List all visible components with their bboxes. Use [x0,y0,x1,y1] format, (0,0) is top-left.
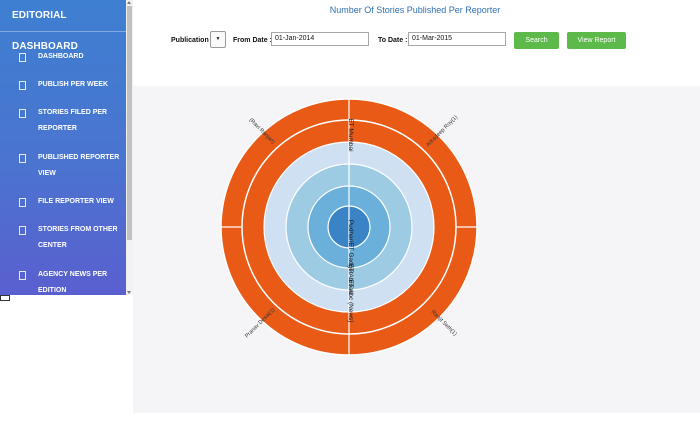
footer-strip [0,413,700,435]
sidebar-item-label: AGENCY NEWS PER [38,271,108,278]
publication-label: Publication [171,37,209,44]
chevron-down-icon: ▼ [215,36,221,42]
sidebar-item-stories-filed-per-reporter[interactable]: STORIES FILED PER REPORTER [0,105,126,137]
scrollbar-thumb[interactable] [127,6,132,240]
checkbox-icon [19,154,26,163]
page-title: Number Of Stories Published Per Reporter [329,5,501,15]
collapsed-panel-toggle[interactable] [0,295,10,301]
from-date-input[interactable]: 01-Jan-2014 [271,32,369,46]
sidebar: EDITORIAL DASHBOARD DASHBOARD PUBLISH PE… [0,0,126,295]
sidebar-item-label: VIEW [38,170,56,177]
checkbox-icon [19,198,26,207]
inner-level-label: Pudhari [347,220,354,242]
sidebar-item-dashboard[interactable]: DASHBOARD [0,49,126,65]
to-date-label: To Date : [378,37,408,44]
inner-level-label: ET Abc (News) [347,279,354,322]
checkbox-icon [19,109,26,118]
chart-area: Pudhari ET Gadget ET Abroad ET Abc (News) ET… [133,86,700,413]
search-button[interactable]: Search [514,32,559,49]
sidebar-item-label: DASHBOARD [38,53,84,60]
checkbox-icon [19,271,26,280]
publication-select[interactable]: ▼ [210,31,226,48]
sidebar-item-file-reporter-view[interactable]: FILE REPORTER VIEW [0,194,126,210]
sidebar-item-stories-from-other-center[interactable]: STORIES FROM OTHER CENTER [0,222,126,254]
sidebar-scrollbar[interactable] [126,0,133,295]
sidebar-item-label: CENTER [38,242,67,249]
scroll-down-arrow-icon[interactable] [127,291,131,294]
sidebar-item-label: STORIES FILED PER [38,109,108,116]
sidebar-menu: DASHBOARD PUBLISH PER WEEK STORIES FILED… [0,49,126,295]
sidebar-item-label: STORIES FROM OTHER [38,226,118,233]
sidebar-title: EDITORIAL DASHBOARD [0,0,126,52]
sidebar-item-label: FILE REPORTER VIEW [38,198,114,205]
view-report-button[interactable]: View Report [567,32,626,49]
checkbox-icon [19,81,26,90]
inner-level-label: ET Mumbai [347,118,354,151]
scroll-up-arrow-icon[interactable] [127,1,131,4]
sidebar-item-label: PUBLISHED REPORTER [38,154,120,161]
sidebar-item-agency-news-per-edition[interactable]: AGENCY NEWS PER EDITION [0,267,126,295]
to-date-input[interactable]: 01-Mar-2015 [408,32,506,46]
sidebar-item-label: EDITION [38,287,67,294]
from-date-label: From Date : [233,37,272,44]
sunburst-chart: PudhariET GadgetET AbroadET Abc (News)ET… [220,98,478,356]
sidebar-item-label: REPORTER [38,125,77,132]
checkbox-icon [19,53,26,62]
checkbox-icon [19,226,26,235]
sidebar-item-publish-per-week[interactable]: PUBLISH PER WEEK [0,77,126,93]
sidebar-item-published-reporter-view[interactable]: PUBLISHED REPORTER VIEW [0,150,126,182]
sidebar-item-label: PUBLISH PER WEEK [38,81,109,88]
